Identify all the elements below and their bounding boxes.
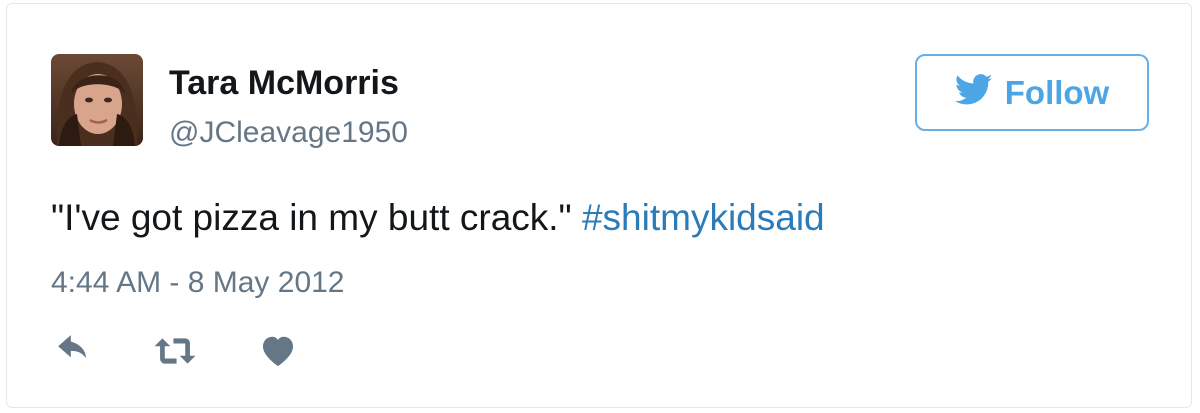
tweet-timestamp[interactable]: 4:44 AM - 8 May 2012 <box>51 266 345 300</box>
tweet-text: "I've got pizza in my butt crack." #shit… <box>51 197 825 239</box>
avatar[interactable] <box>51 54 143 146</box>
hashtag-link[interactable]: #shitmykidsaid <box>582 197 825 238</box>
twitter-bird-icon <box>954 74 993 111</box>
follow-label: Follow <box>1004 73 1110 111</box>
heart-icon[interactable] <box>259 332 297 375</box>
tweet-body: "I've got pizza in my butt crack." <box>51 197 572 238</box>
author-handle[interactable]: @JCleavage1950 <box>169 116 408 150</box>
tweet-card: Tara McMorris @JCleavage1950 Follow "I'v… <box>6 3 1192 408</box>
avatar-photo <box>51 54 143 146</box>
reply-icon[interactable] <box>55 332 93 375</box>
follow-button[interactable]: Follow <box>915 54 1149 131</box>
author-name[interactable]: Tara McMorris <box>169 64 399 103</box>
retweet-icon[interactable] <box>153 332 197 375</box>
